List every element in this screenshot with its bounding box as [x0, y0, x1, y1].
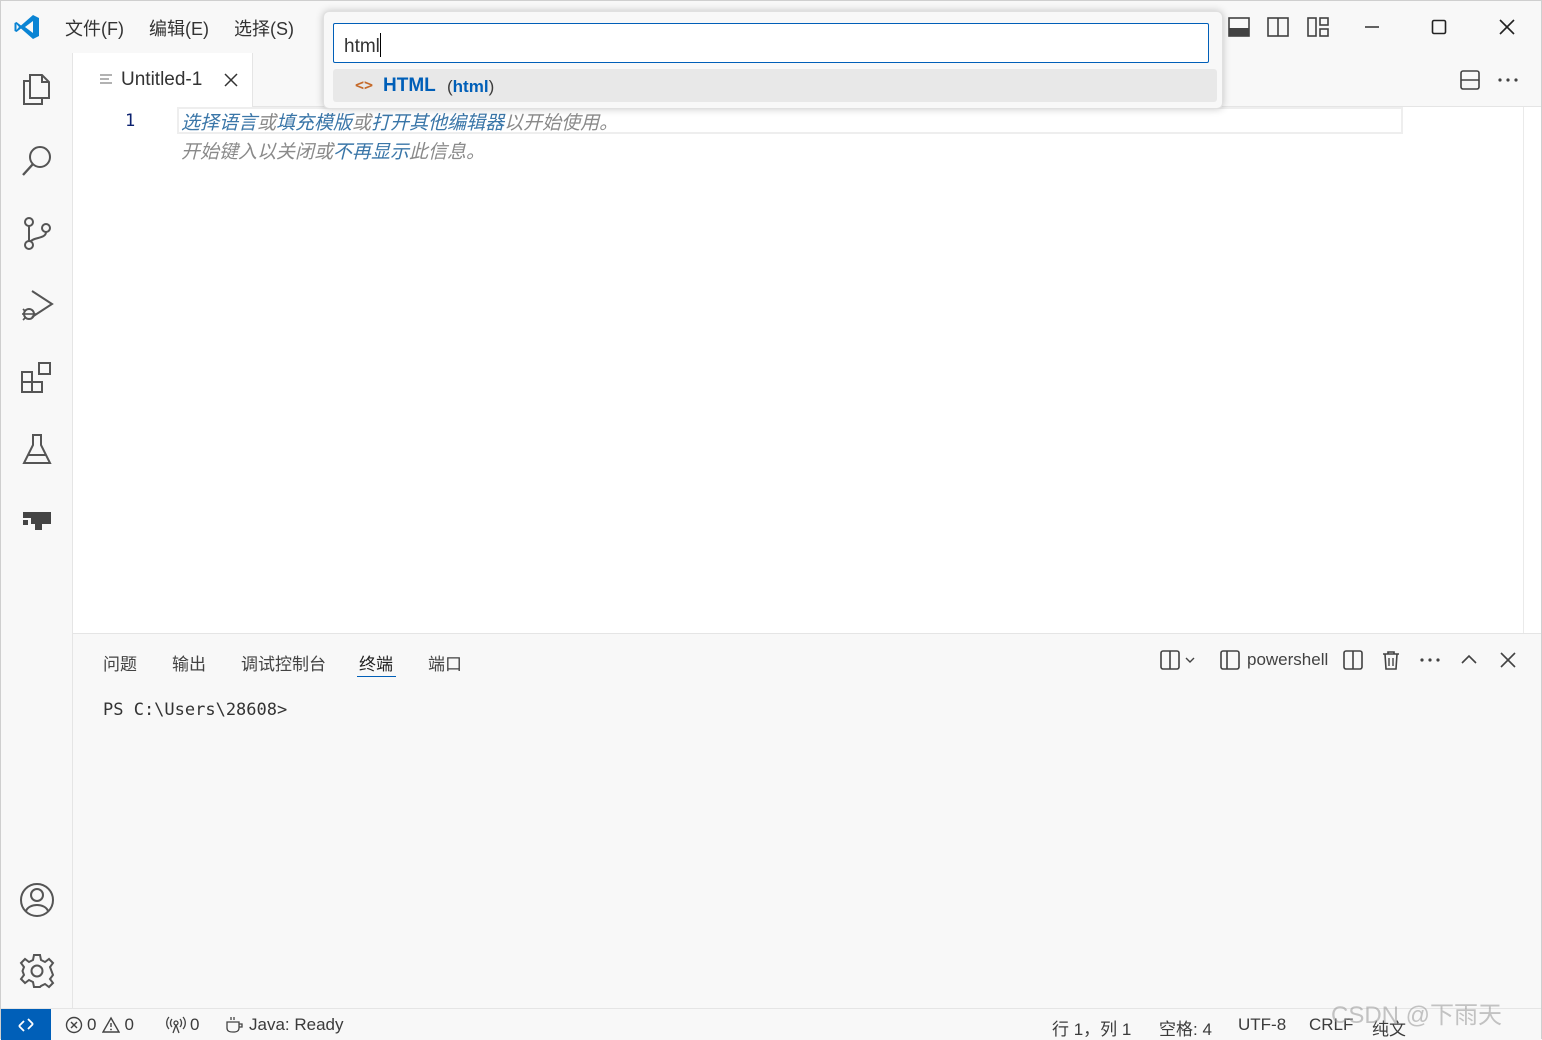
toggle-secondary-sidebar-icon[interactable]: [1266, 15, 1290, 39]
java-status[interactable]: Java: Ready: [225, 1015, 344, 1035]
customize-layout-icon[interactable]: [1306, 15, 1330, 39]
run-and-debug-icon[interactable]: [17, 285, 57, 325]
settings-gear-icon[interactable]: [17, 951, 57, 991]
ports-status[interactable]: 0: [166, 1015, 199, 1035]
maximize-button[interactable]: [1416, 9, 1462, 45]
maximize-panel-chevron-up-icon[interactable]: [1459, 648, 1479, 672]
tab-debug-console[interactable]: 调试控制台: [241, 650, 326, 675]
tab-terminal[interactable]: 终端: [359, 650, 393, 675]
new-terminal-dropdown[interactable]: [1159, 648, 1196, 672]
dont-show-again-link[interactable]: 不再显示: [333, 141, 409, 163]
close-window-button[interactable]: [1484, 9, 1530, 45]
search-icon[interactable]: [17, 141, 57, 181]
toggle-panel-icon[interactable]: [1227, 15, 1251, 39]
remote-indicator-button[interactable]: [1, 1009, 51, 1040]
explorer-icon[interactable]: [17, 69, 57, 109]
terminal-instance[interactable]: powershell: [1219, 648, 1328, 672]
testing-icon[interactable]: [17, 429, 57, 469]
editor-hint-line-2: 开始键入以关闭或不再显示此信息。: [181, 141, 486, 163]
accounts-icon[interactable]: [17, 880, 57, 920]
quick-pick-item-html[interactable]: <> HTML (html): [333, 69, 1217, 102]
vscode-logo-icon: [13, 13, 41, 41]
coffee-cup-icon: [225, 1016, 245, 1034]
bottom-panel: 问题 输出 调试控制台 终端 端口 powershell PS C:\Users…: [73, 633, 1541, 1008]
tab-ports[interactable]: 端口: [428, 650, 462, 675]
chevron-down-icon: [1184, 654, 1196, 666]
activity-bar: [1, 53, 73, 1008]
terminal-name: powershell: [1247, 650, 1329, 669]
minimize-button[interactable]: [1349, 9, 1395, 45]
warning-icon: [102, 1016, 121, 1034]
split-editor-icon[interactable]: [1459, 69, 1481, 91]
vscode-window: 文件(F) 编辑(E) 选择(S) Untitled-1 1 选择语言或填充模版…: [0, 0, 1542, 1040]
quick-pick-item-label: HTML: [383, 75, 436, 96]
quick-pick-item-description: (html): [447, 77, 495, 96]
terminal-split-pane-icon: [1219, 649, 1241, 671]
error-icon: [65, 1016, 83, 1034]
editor-scrollbar[interactable]: [1523, 107, 1541, 633]
tab-output[interactable]: 输出: [172, 650, 206, 675]
ports-count: 0: [190, 1015, 200, 1034]
fill-template-link[interactable]: 填充模版: [276, 112, 352, 134]
split-terminal-icon: [1159, 649, 1181, 671]
java-status-label: Java: Ready: [249, 1015, 344, 1034]
broadcast-icon: [166, 1016, 186, 1034]
editor-area[interactable]: 1 选择语言或填充模版或打开其他编辑器以开始使用。 开始键入以关闭或不再显示此信…: [73, 107, 1523, 633]
tab-title: Untitled-1: [121, 69, 203, 90]
select-language-link[interactable]: 选择语言: [181, 112, 257, 134]
menu-selection[interactable]: 选择(S): [234, 15, 294, 41]
line-number: 1: [125, 111, 136, 131]
cursor-position[interactable]: 行 1，列 1: [1052, 1015, 1131, 1040]
open-other-editor-link[interactable]: 打开其他编辑器: [371, 112, 504, 134]
extensions-icon[interactable]: [17, 357, 57, 397]
close-tab-icon[interactable]: [223, 72, 239, 88]
tab-problems[interactable]: 问题: [103, 650, 137, 675]
menu-edit[interactable]: 编辑(E): [149, 15, 209, 41]
active-tab-indicator: [357, 676, 396, 677]
text-file-icon: [99, 73, 113, 87]
terminal-prompt[interactable]: PS C:\Users\28608>: [103, 700, 287, 720]
source-control-icon[interactable]: [17, 213, 57, 253]
editor-tab-untitled[interactable]: Untitled-1: [73, 53, 253, 107]
status-bar: 0 0 0 Java: Ready 行 1，列 1 空格: 4 UTF-8 CR…: [1, 1008, 1541, 1040]
encoding-status[interactable]: UTF-8: [1238, 1015, 1286, 1035]
more-actions-icon[interactable]: [1497, 69, 1519, 91]
kill-terminal-trash-icon[interactable]: [1380, 648, 1402, 672]
editor-hint-line-1: 选择语言或填充模版或打开其他编辑器以开始使用。: [181, 112, 619, 134]
warning-count: 0: [124, 1015, 134, 1034]
panel-more-actions-icon[interactable]: [1419, 648, 1441, 672]
language-quick-pick: html <> HTML (html): [323, 11, 1223, 109]
text-caret: [379, 33, 381, 57]
code-brackets-icon: <>: [355, 76, 374, 94]
menu-file[interactable]: 文件(F): [65, 15, 124, 41]
split-terminal-button[interactable]: [1342, 648, 1364, 672]
csdn-watermark: CSDN @下雨天: [1331, 1002, 1503, 1029]
indentation-status[interactable]: 空格: 4: [1159, 1015, 1212, 1040]
close-panel-icon[interactable]: [1498, 648, 1518, 672]
problems-status[interactable]: 0 0: [65, 1015, 134, 1035]
error-count: 0: [87, 1015, 97, 1034]
remote-explorer-icon[interactable]: [17, 501, 57, 541]
quick-pick-input[interactable]: html: [333, 23, 1209, 63]
